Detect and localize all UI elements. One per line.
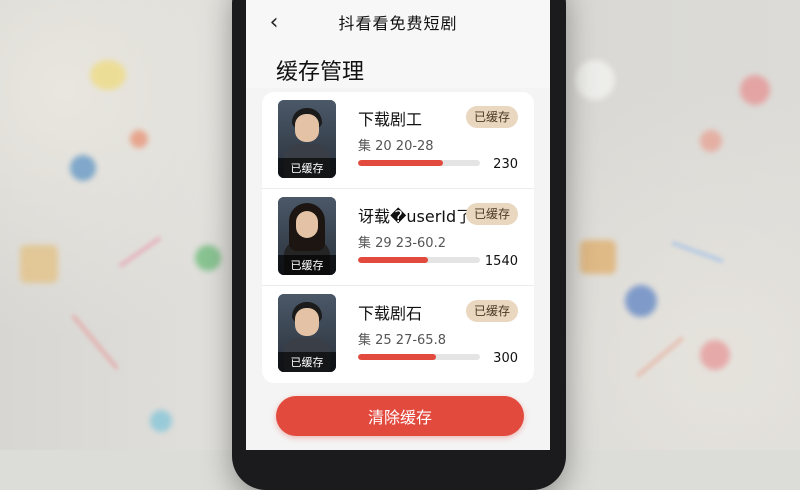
bg-decor-5 <box>130 130 148 148</box>
bg-decor-2 <box>70 155 96 181</box>
top-bar: ‹ 抖看看免费短剧 <box>246 0 550 44</box>
bg-decor-7 <box>740 75 770 105</box>
thumbnail-figure <box>296 211 318 238</box>
bg-decor-14 <box>118 236 162 268</box>
list-item[interactable]: 已缓存 下载剧石 已缓存 集 25 27-65.8 300 <box>262 286 534 383</box>
thumbnail-figure <box>295 114 319 142</box>
drama-title: 下载剧工 <box>358 110 423 129</box>
back-button[interactable]: ‹ <box>260 8 288 36</box>
status-badge: 已缓存 <box>465 106 518 128</box>
bg-decor-4 <box>195 245 221 271</box>
page-title: 缓存管理 <box>246 44 550 88</box>
status-badge: 已缓存 <box>465 300 518 322</box>
cache-list: 已缓存 下载剧工 已缓存 集 20 20-28 230 已缓存 讶载�userI… <box>262 92 534 383</box>
list-item[interactable]: 已缓存 下载剧工 已缓存 集 20 20-28 230 <box>262 92 534 189</box>
bg-decor-10 <box>580 240 616 274</box>
download-progress-bar <box>358 160 480 166</box>
drama-thumbnail[interactable]: 已缓存 <box>278 294 336 372</box>
thumbnail-figure <box>295 308 319 336</box>
clear-cache-button[interactable]: 清除缓存 <box>276 396 524 436</box>
thumbnail-cached-label: 已缓存 <box>278 255 336 275</box>
bg-decor-11 <box>700 340 730 370</box>
bg-decor-13 <box>70 313 120 371</box>
bg-decor-15 <box>635 336 685 378</box>
cache-size: 300 <box>493 351 518 366</box>
episode-info: 集 20 20-28 <box>358 139 434 154</box>
app-title: 抖看看免费短剧 <box>338 14 458 33</box>
drama-title: 讶载�userId了 <box>358 207 473 226</box>
download-progress-bar <box>358 257 480 263</box>
cache-size: 230 <box>493 157 518 172</box>
bg-decor-9 <box>625 285 657 317</box>
list-item[interactable]: 已缓存 讶载�userId了 已缓存 集 29 23-60.2 1540 <box>262 189 534 286</box>
bg-decor-12 <box>575 60 615 100</box>
drama-title: 下载剧石 <box>358 304 423 323</box>
thumbnail-cached-label: 已缓存 <box>278 352 336 372</box>
cache-size: 1540 <box>484 254 518 269</box>
bg-decor-1 <box>90 60 126 90</box>
drama-thumbnail[interactable]: 已缓存 <box>278 100 336 178</box>
bg-decor-16 <box>670 240 725 264</box>
chevron-left-icon: ‹ <box>269 9 279 35</box>
episode-info: 集 25 27-65.8 <box>358 333 446 348</box>
app-screen: ‹ 抖看看免费短剧 缓存管理 已缓存 下载剧工 已缓存 集 20 20-28 2… <box>246 0 550 450</box>
progress-fill <box>358 354 437 360</box>
status-badge: 已缓存 <box>465 203 518 225</box>
episode-info: 集 29 23-60.2 <box>358 236 446 251</box>
bg-decor-6 <box>150 410 172 432</box>
download-progress-bar <box>358 354 480 360</box>
drama-thumbnail[interactable]: 已缓存 <box>278 197 336 275</box>
bg-decor-8 <box>700 130 722 152</box>
progress-fill <box>358 257 428 263</box>
bg-decor-3 <box>20 245 58 283</box>
progress-fill <box>358 160 444 166</box>
thumbnail-cached-label: 已缓存 <box>278 158 336 178</box>
